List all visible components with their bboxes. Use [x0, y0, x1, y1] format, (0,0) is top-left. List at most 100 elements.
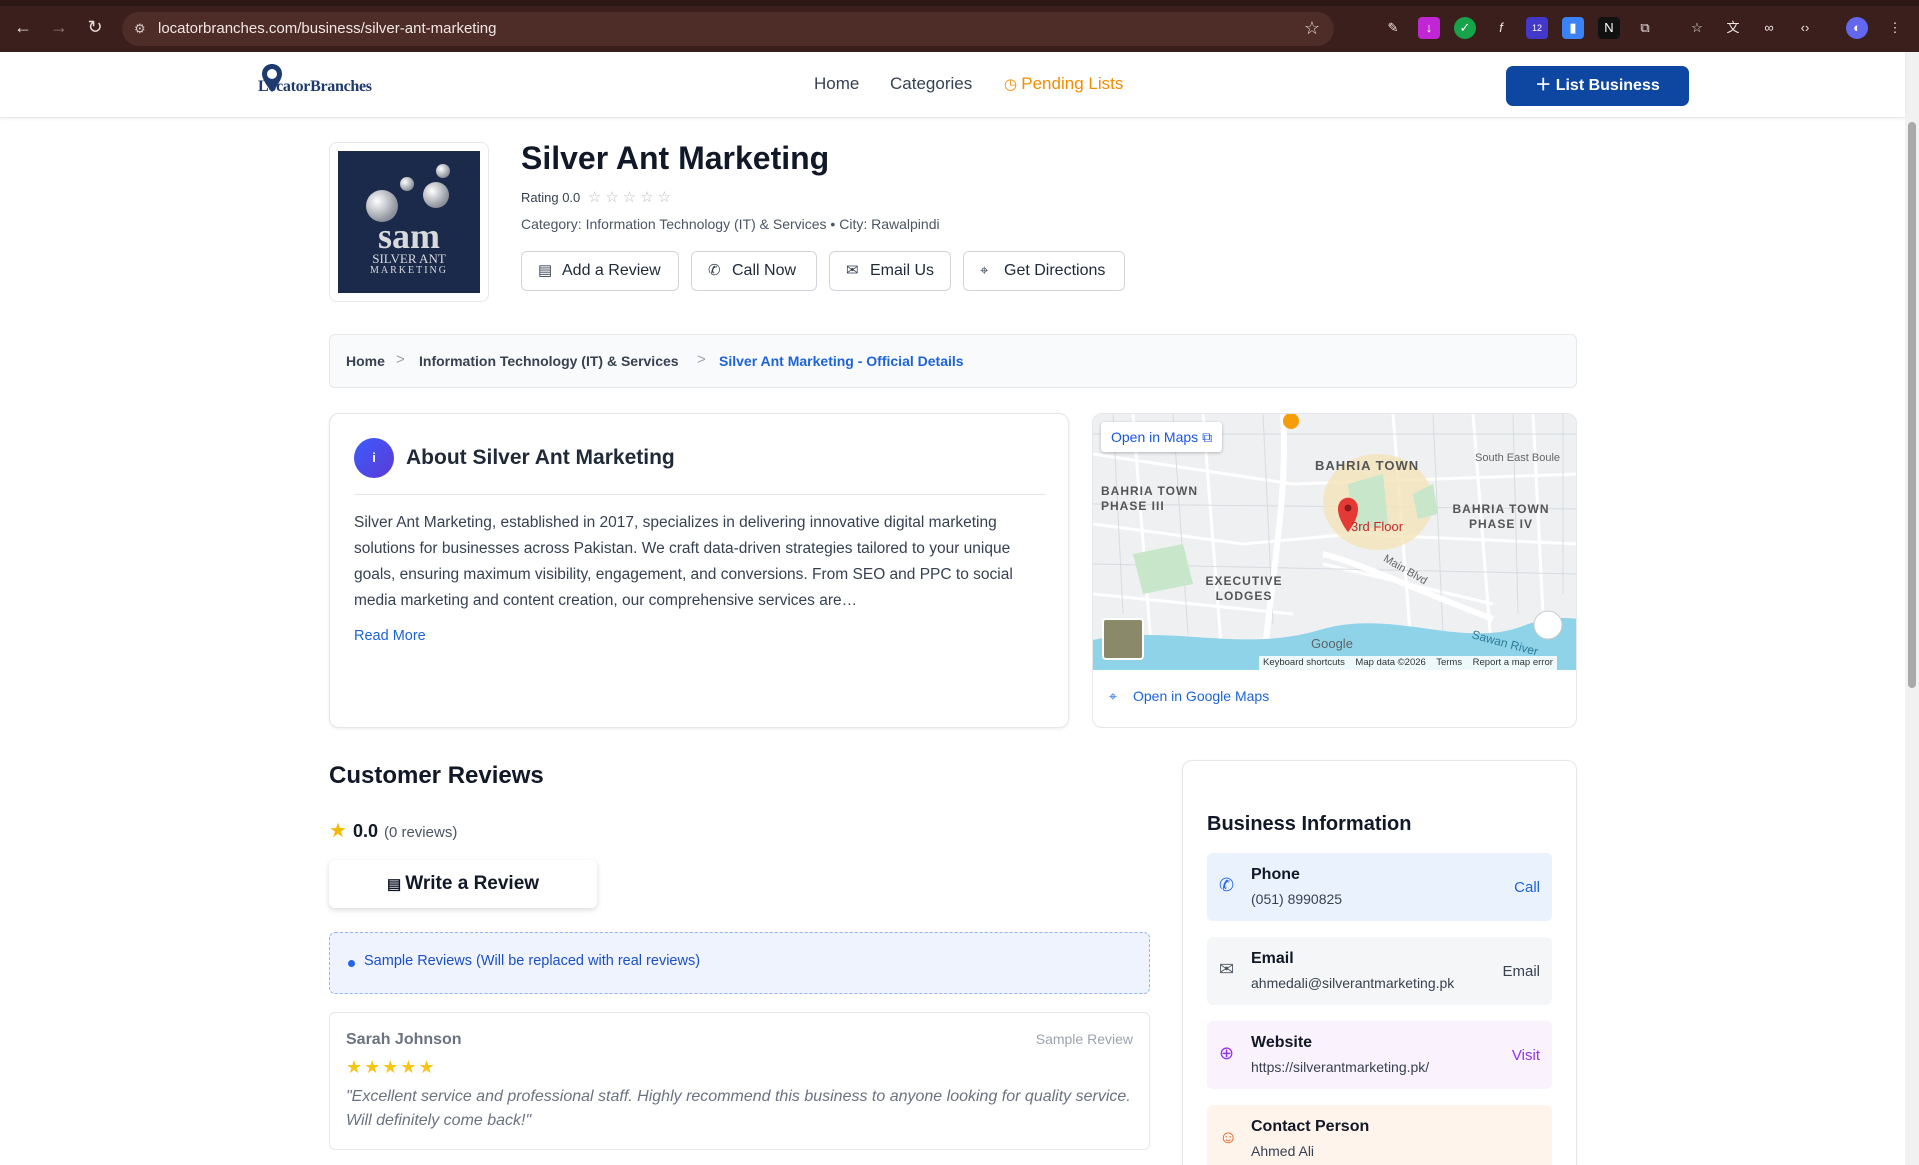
- translate-icon[interactable]: 文: [1722, 17, 1744, 39]
- reload-icon[interactable]: ↻: [84, 16, 106, 38]
- report-error-link[interactable]: Report a map error: [1473, 657, 1553, 668]
- bookmark-star-icon[interactable]: ☆: [1304, 18, 1320, 39]
- review-card: Sarah Johnson Sample Review ★★★★★ "Excel…: [329, 1012, 1150, 1150]
- devtools-icon[interactable]: ‹›: [1794, 17, 1816, 39]
- phone-label: Phone: [1251, 866, 1300, 883]
- email-link[interactable]: Email: [1502, 963, 1540, 980]
- open-in-maps-button[interactable]: Open in Maps ⧉: [1101, 422, 1223, 452]
- reviewer-name: Sarah Johnson: [346, 1031, 462, 1048]
- nav-home[interactable]: Home: [814, 74, 859, 94]
- google-watermark: Google: [1311, 636, 1353, 651]
- get-directions-button[interactable]: ⌖ Get Directions: [963, 251, 1125, 291]
- review-stars-icon: ★★★★★: [346, 1057, 437, 1077]
- doc-extension-icon[interactable]: ▮: [1562, 17, 1584, 39]
- about-title: About Silver Ant Marketing: [406, 446, 675, 469]
- phone-value: (051) 8990825: [1251, 891, 1343, 907]
- business-logo-card: sam SILVER ANT MARKETING: [329, 142, 489, 302]
- average-rating: ★ 0.0 (0 reviews): [329, 818, 457, 843]
- globe-icon: ⊕: [1219, 1043, 1235, 1063]
- map-label-phase-iii: BAHRIA TOWN PHASE III: [1101, 484, 1198, 513]
- open-in-maps-label: Open in Maps: [1111, 429, 1199, 445]
- website-label: Website: [1251, 1034, 1313, 1051]
- star-icon: ★: [329, 820, 347, 842]
- visit-link[interactable]: Visit: [1512, 1047, 1540, 1064]
- page-scrollbar[interactable]: [1905, 52, 1919, 1165]
- font-extension-icon[interactable]: f: [1490, 17, 1512, 39]
- info-icon: i: [354, 438, 394, 478]
- scrollbar-thumb[interactable]: [1908, 122, 1916, 688]
- rating-label: Rating 0.0: [521, 190, 581, 205]
- write-review-button[interactable]: ▤ Write a Review: [329, 860, 597, 908]
- map-label-south-east: South East Boule: [1475, 452, 1561, 464]
- breadcrumb-category[interactable]: Information Technology (IT) & Services: [419, 353, 679, 369]
- list-business-button[interactable]: ＋ List Business: [1506, 66, 1689, 106]
- nav-categories[interactable]: Categories: [890, 74, 972, 94]
- write-review-label: Write a Review: [405, 873, 540, 894]
- notion-extension-icon[interactable]: N: [1598, 17, 1620, 39]
- nav-pending-label: Pending Lists: [1021, 74, 1124, 93]
- site-logo[interactable]: LocatorBranches: [256, 60, 396, 106]
- address-bar[interactable]: ⚙ locatorbranches.com/business/silver-an…: [122, 12, 1334, 46]
- map-label-executive-lodges: EXECUTIVE LODGES: [1205, 574, 1283, 603]
- add-review-button[interactable]: ▤ Add a Review: [521, 251, 679, 291]
- terms-link[interactable]: Terms: [1436, 657, 1462, 668]
- document-icon: ▤: [538, 262, 553, 279]
- browser-toolbar: ← → ↻ ⚙ locatorbranches.com/business/sil…: [0, 0, 1919, 52]
- menu-kebab-icon[interactable]: ⋮: [1884, 17, 1906, 39]
- breadcrumb-home[interactable]: Home: [346, 353, 385, 369]
- read-more-link[interactable]: Read More: [354, 628, 426, 644]
- divider: [354, 494, 1046, 495]
- list-business-label: List Business: [1555, 77, 1660, 94]
- about-text: Silver Ant Marketing, established in 201…: [354, 514, 1013, 609]
- mail-icon: ✉: [846, 262, 859, 279]
- business-info-card: Business Information ✆ Phone (051) 89908…: [1182, 760, 1577, 1165]
- download-extension-icon[interactable]: ↓: [1418, 17, 1440, 39]
- business-info-title: Business Information: [1207, 813, 1412, 835]
- map-label-bahria-town: BAHRIA TOWN: [1315, 458, 1420, 473]
- call-link[interactable]: Call: [1514, 879, 1540, 896]
- sample-review-tag: Sample Review: [1035, 1031, 1133, 1047]
- breadcrumb-separator: >: [697, 351, 706, 368]
- info-row-phone: ✆ Phone (051) 8990825 Call: [1207, 853, 1552, 921]
- open-in-google-maps-link[interactable]: Open in Google Maps: [1133, 688, 1269, 704]
- map-label-phase-iv: BAHRIA TOWN PHASE IV: [1452, 502, 1550, 531]
- eyedropper-extension-icon[interactable]: ✎: [1382, 17, 1404, 39]
- counter-extension-icon[interactable]: 12: [1526, 17, 1548, 39]
- grammar-extension-icon[interactable]: ✓: [1454, 17, 1476, 39]
- bullet-dot: [348, 960, 355, 967]
- email-label: Email: [1251, 950, 1294, 967]
- forward-icon[interactable]: →: [48, 16, 70, 38]
- review-text: "Excellent service and professional staf…: [346, 1088, 1131, 1129]
- mail-icon: ✉: [1219, 959, 1235, 979]
- map-data-text: Map data ©2026: [1355, 657, 1426, 668]
- add-review-label: Add a Review: [562, 262, 661, 279]
- tab-strip: [0, 0, 1919, 6]
- site-info-icon[interactable]: ⚙: [134, 20, 152, 38]
- info-row-email: ✉ Email ahmedali@silverantmarketing.pk E…: [1207, 937, 1552, 1005]
- call-now-button[interactable]: ✆ Call Now: [691, 251, 817, 291]
- extensions-puzzle-icon[interactable]: ⧉: [1634, 17, 1656, 39]
- empty-stars-icon: ☆☆☆☆☆: [587, 189, 676, 206]
- contact-label: Contact Person: [1251, 1118, 1370, 1135]
- link-icon[interactable]: ∞: [1758, 17, 1780, 39]
- sample-notice-text: Sample Reviews (Will be replaced with re…: [364, 953, 701, 969]
- breadcrumb-separator: >: [396, 351, 405, 368]
- breadcrumb-current: Silver Ant Marketing - Official Details: [719, 353, 964, 369]
- email-us-button[interactable]: ✉ Email Us: [829, 251, 951, 291]
- email-us-label: Email Us: [870, 262, 935, 279]
- external-link-icon: ⧉: [1202, 429, 1213, 445]
- favorites-icon[interactable]: ☆: [1686, 17, 1708, 39]
- map-card: BAHRIA TOWN BAHRIA TOWN PHASE III BAHRIA…: [1092, 413, 1577, 728]
- nav-pending-lists[interactable]: ◷ Pending Lists: [1004, 74, 1123, 94]
- average-value: 0.0: [352, 821, 378, 841]
- document-icon: ▤: [386, 876, 406, 893]
- clock-icon: ◷: [1004, 76, 1022, 93]
- review-count: (0 reviews): [383, 824, 458, 841]
- profile-avatar-icon[interactable]: ◐: [1846, 17, 1868, 39]
- back-icon[interactable]: ←: [12, 16, 34, 38]
- embedded-map[interactable]: BAHRIA TOWN BAHRIA TOWN PHASE III BAHRIA…: [1093, 414, 1576, 670]
- keyboard-shortcuts-link[interactable]: Keyboard shortcuts: [1263, 657, 1345, 668]
- get-directions-label: Get Directions: [1004, 262, 1106, 279]
- phone-icon: ✆: [708, 262, 721, 279]
- phone-icon: ✆: [1219, 875, 1235, 895]
